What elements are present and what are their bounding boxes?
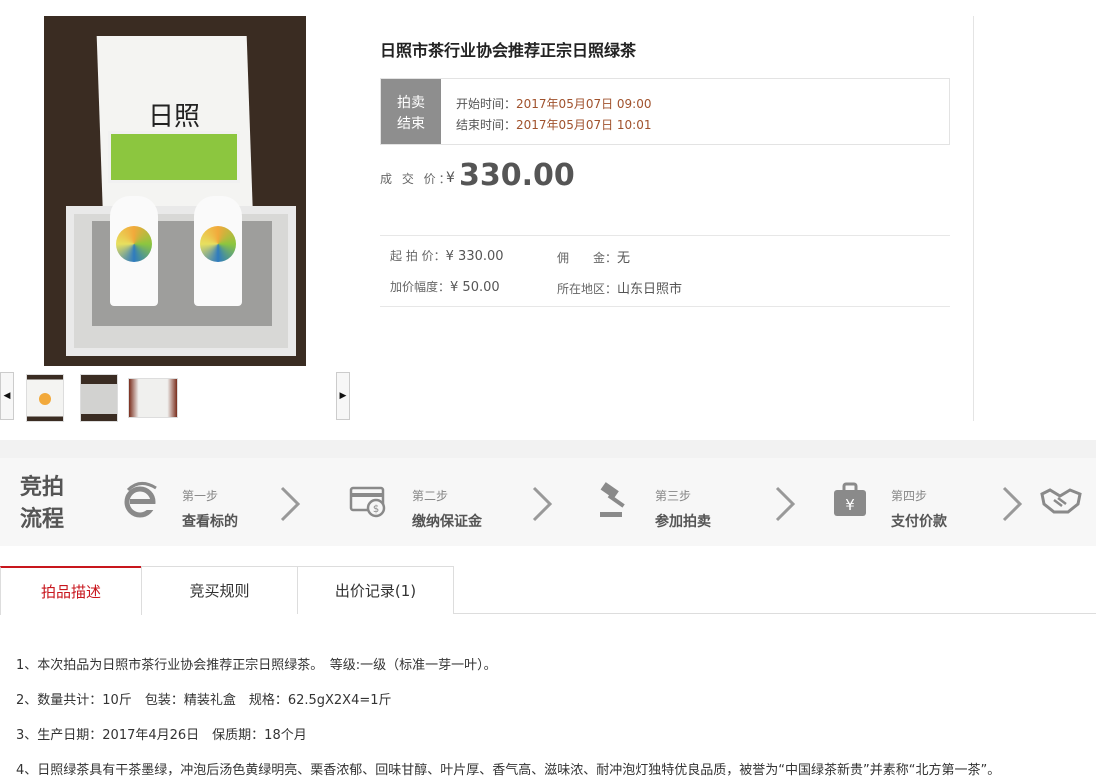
start-price: 起 拍 价：¥ 330.00 bbox=[390, 249, 504, 264]
card-icon: $ bbox=[349, 486, 386, 518]
product-top: 日照 ◀ ▶ 日照市茶行业协会推荐正宗日照绿茶 拍卖 结束 开始时间：2017年… bbox=[0, 0, 1096, 440]
auction-time-box: 拍卖 结束 开始时间：2017年05月07日 09:00 结束时间：2017年0… bbox=[380, 78, 950, 145]
currency-symbol: ¥ bbox=[446, 170, 455, 186]
product-main-image[interactable]: 日照 bbox=[44, 16, 306, 366]
description-line: 3、生产日期：2017年4月26日 保质期：18个月 bbox=[16, 728, 307, 743]
description-line: 2、数量共计：10斤 包装：精装礼盒 规格：62.5gX2X4=1斤 bbox=[16, 693, 392, 708]
chevron-right-icon bbox=[532, 486, 553, 522]
tab-description[interactable]: 拍品描述 bbox=[0, 566, 142, 615]
detail-tabs: 拍品描述 竞买规则 出价记录(1) bbox=[0, 566, 1096, 615]
tea-can-left bbox=[110, 196, 158, 306]
bid-increment: 加价幅度：¥ 50.00 bbox=[390, 280, 500, 295]
process-title: 竞拍 流程 bbox=[20, 475, 65, 532]
deal-price-label: 成 交 价： bbox=[380, 172, 454, 186]
tab-rules[interactable]: 竞买规则 bbox=[141, 566, 298, 614]
description-line: 4、日照绿茶具有干茶墨绿，冲泡后汤色黄绿明亮、栗香浓郁、回味甘醇、叶片厚、香气高… bbox=[16, 763, 1001, 778]
gavel-icon bbox=[600, 482, 625, 517]
thumb-prev-arrow-icon[interactable]: ◀ bbox=[0, 372, 14, 420]
divider bbox=[380, 306, 950, 307]
section-gap bbox=[0, 440, 1096, 458]
chevron-right-icon bbox=[775, 486, 796, 522]
region: 所在地区：山东日照市 bbox=[557, 282, 683, 297]
thumb-next-arrow-icon[interactable]: ▶ bbox=[336, 372, 350, 420]
thumbnail-strip: ◀ ▶ bbox=[0, 372, 350, 422]
thumbnail-1[interactable] bbox=[26, 374, 64, 422]
thumbnail-3[interactable] bbox=[128, 378, 178, 418]
vertical-divider bbox=[973, 16, 974, 421]
commission: 佣 金：无 bbox=[557, 251, 631, 266]
svg-text:¥: ¥ bbox=[845, 496, 855, 514]
green-card bbox=[108, 131, 240, 183]
deal-price: 330.00 bbox=[459, 158, 575, 193]
end-time: 结束时间：2017年05月07日 10:01 bbox=[456, 118, 652, 132]
tea-can-right bbox=[194, 196, 242, 306]
description-line: 1、本次拍品为日照市茶行业协会推荐正宗日照绿茶。 等级:一级（标准一芽一叶）。 bbox=[16, 658, 497, 673]
status-badge: 拍卖 结束 bbox=[381, 79, 441, 144]
divider bbox=[380, 235, 950, 236]
item-info: 日照市茶行业协会推荐正宗日照绿茶 拍卖 结束 开始时间：2017年05月07日 … bbox=[380, 0, 950, 420]
bag-yen-icon: ¥ bbox=[834, 482, 866, 516]
tab-bid-records[interactable]: 出价记录(1) bbox=[297, 566, 454, 614]
thumbnail-2[interactable] bbox=[80, 374, 118, 422]
auction-process: 竞拍 流程 第一步 查看标的 $ 第二步 缴纳保证金 第三步 参加拍卖 ¥ 第四… bbox=[0, 458, 1096, 546]
handshake-icon bbox=[1040, 488, 1082, 514]
chevron-right-icon bbox=[1002, 486, 1023, 522]
svg-text:$: $ bbox=[373, 504, 379, 515]
start-time: 开始时间：2017年05月07日 09:00 bbox=[456, 97, 652, 111]
ie-icon bbox=[124, 482, 157, 518]
chevron-right-icon bbox=[280, 486, 301, 522]
item-title: 日照市茶行业协会推荐正宗日照绿茶 bbox=[380, 41, 637, 60]
brand-logo: 日照 bbox=[148, 102, 201, 132]
